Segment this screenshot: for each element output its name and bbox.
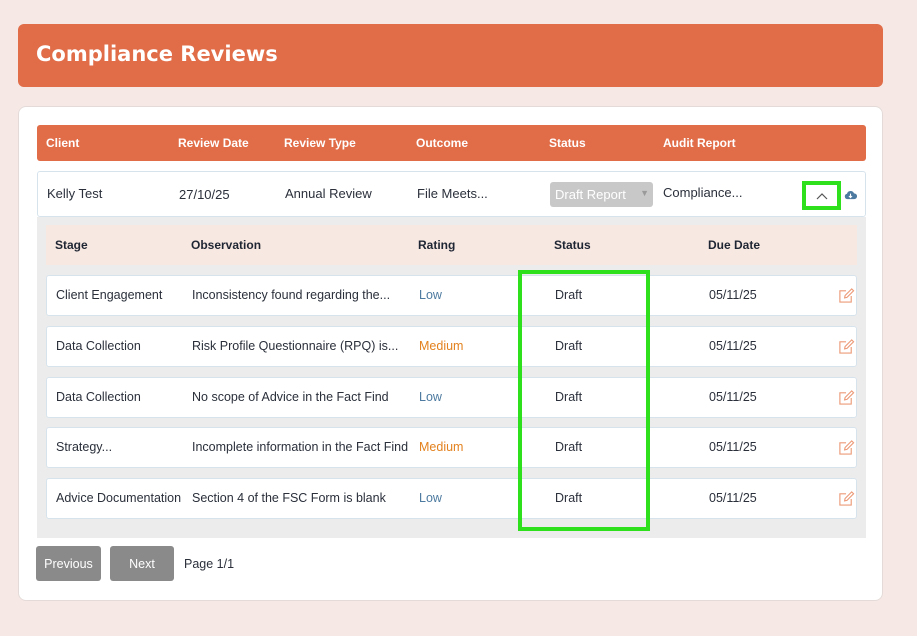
observation: Section 4 of the FSC Form is blank (192, 491, 386, 505)
edit-icon[interactable] (838, 338, 855, 355)
due-date: 05/11/25 (709, 440, 757, 454)
column-header-audit-report[interactable]: Audit Report (663, 136, 736, 150)
chevron-up-icon (816, 192, 827, 199)
client-name: Kelly Test (47, 186, 103, 201)
rating: Medium (419, 440, 464, 454)
column-header-client[interactable]: Client (46, 136, 79, 150)
observation: Risk Profile Questionnaire (RPQ) is... (192, 339, 399, 353)
table-row[interactable]: Kelly Test 27/10/25 Annual Review File M… (37, 171, 866, 217)
status: Draft (555, 440, 583, 454)
stage: Data Collection (56, 339, 141, 353)
due-date: 05/11/25 (709, 390, 757, 404)
observation: No scope of Advice in the Fact Find (192, 390, 389, 404)
column-header-rating: Rating (418, 238, 456, 252)
observation-row[interactable]: Strategy... Incomplete information in th… (46, 427, 857, 468)
status-select[interactable]: Draft Report ▼ (550, 182, 653, 207)
stage: Strategy... (56, 440, 113, 454)
next-button[interactable]: Next (110, 546, 174, 581)
column-header-due-date: Due Date (708, 238, 761, 252)
observation-row[interactable]: Data Collection No scope of Advice in th… (46, 377, 857, 418)
previous-button[interactable]: Previous (36, 546, 101, 581)
rating: Medium (419, 339, 464, 353)
chevron-down-icon: ▼ (640, 188, 649, 198)
outcome: File Meets... (417, 186, 488, 201)
status: Draft (555, 339, 583, 353)
observation: Inconsistency found regarding the... (192, 288, 391, 302)
review-date: 27/10/25 (179, 187, 230, 202)
page-title: Compliance Reviews (36, 42, 278, 66)
page-indicator: Page 1/1 (184, 557, 235, 571)
stage: Client Engagement (56, 288, 163, 302)
column-header-stage: Stage (55, 238, 88, 252)
cloud-download-icon[interactable] (844, 190, 857, 200)
page-header: Compliance Reviews (18, 24, 883, 87)
edit-icon[interactable] (838, 490, 855, 507)
column-header-outcome[interactable]: Outcome (416, 136, 468, 150)
status: Draft (555, 390, 583, 404)
rating: Low (419, 390, 442, 404)
observations-panel: Stage Observation Rating Status Due Date… (37, 217, 866, 538)
observations-header: Stage Observation Rating Status Due Date (46, 225, 857, 265)
due-date: 05/11/25 (709, 491, 757, 505)
due-date: 05/11/25 (709, 339, 757, 353)
column-header-review-date[interactable]: Review Date (178, 136, 249, 150)
stage: Advice Documentation (56, 491, 182, 505)
column-header-status[interactable]: Status (549, 136, 586, 150)
observation-row[interactable]: Data Collection Risk Profile Questionnai… (46, 326, 857, 367)
rating: Low (419, 288, 442, 302)
observation: Incomplete information in the Fact Find (192, 440, 409, 454)
column-header-review-type[interactable]: Review Type (284, 136, 356, 150)
audit-report-link[interactable]: Compliance... (663, 185, 742, 200)
review-type: Annual Review (285, 186, 372, 201)
observation-row[interactable]: Advice Documentation Section 4 of the FS… (46, 478, 857, 519)
observation-row[interactable]: Client Engagement Inconsistency found re… (46, 275, 857, 316)
edit-icon[interactable] (838, 287, 855, 304)
status: Draft (555, 491, 583, 505)
column-header-status: Status (554, 238, 591, 252)
status: Draft (555, 288, 583, 302)
column-header-observation: Observation (191, 238, 262, 252)
edit-icon[interactable] (838, 439, 855, 456)
due-date: 05/11/25 (709, 288, 757, 302)
expand-toggle-button[interactable] (802, 181, 841, 210)
status-select-value: Draft Report (555, 187, 626, 202)
stage: Data Collection (56, 390, 141, 404)
rating: Low (419, 491, 442, 505)
reviews-card: Client Review Date Review Type Outcome S… (18, 106, 883, 601)
table-header: Client Review Date Review Type Outcome S… (37, 125, 866, 161)
edit-icon[interactable] (838, 389, 855, 406)
